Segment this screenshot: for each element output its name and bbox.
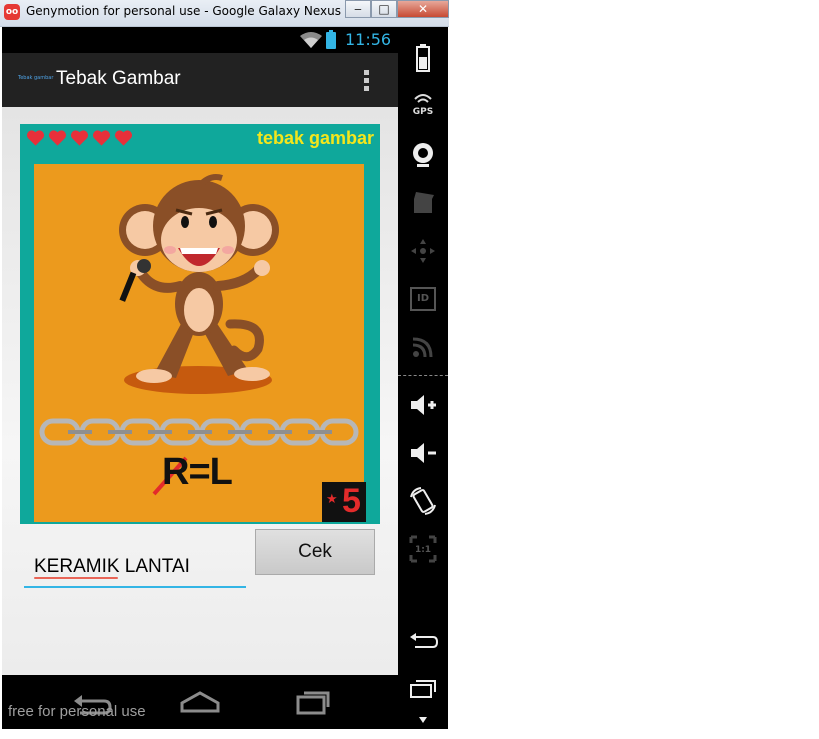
maximize-button[interactable]: □ <box>371 0 397 18</box>
capture-icon <box>414 192 434 213</box>
lives-indicator <box>26 129 133 147</box>
remote-control-icon <box>412 337 433 358</box>
window-controls: ‒ □ ✕ <box>345 0 449 18</box>
heart-icon <box>114 130 133 146</box>
recent-apps-button-icon[interactable] <box>407 673 439 705</box>
rotate-icon[interactable] <box>407 485 439 517</box>
heart-icon <box>70 130 89 146</box>
heart-icon <box>48 130 67 146</box>
volume-down-icon[interactable] <box>407 437 439 469</box>
minimize-button[interactable]: ‒ <box>345 0 371 18</box>
heart-icon <box>26 130 45 146</box>
device-id-icon: ID <box>410 287 436 311</box>
heart-icon <box>92 130 111 146</box>
close-button[interactable]: ✕ <box>397 0 449 18</box>
window-title: Genymotion for personal use - Google Gal… <box>26 4 344 18</box>
genymotion-sidebar: GPS ID 1:1 <box>398 27 448 729</box>
scroll-down-icon[interactable] <box>407 707 439 739</box>
level-number: 5 <box>342 482 361 520</box>
scale-label: 1:1 <box>414 545 432 555</box>
app-logo[interactable]: Tebak gambar <box>18 75 53 81</box>
status-bar: 11:56 <box>2 27 398 53</box>
star-icon: ★ <box>326 492 338 507</box>
volume-up-icon[interactable] <box>407 389 439 421</box>
level-badge: ★ 5 <box>322 482 366 522</box>
watermark: free for personal use <box>8 703 146 720</box>
app-title: Tebak Gambar <box>56 68 181 89</box>
android-screen: 11:56 Tebak gambar Tebak Gambar tebak ga… <box>2 27 398 729</box>
gps-label: GPS <box>412 107 434 117</box>
game-brand: tebak gambar <box>256 128 374 148</box>
genymotion-logo-icon: oo <box>4 4 20 20</box>
overflow-menu-icon[interactable] <box>358 67 374 93</box>
sidebar-divider <box>398 375 448 376</box>
recent-apps-icon[interactable] <box>288 687 336 717</box>
main-content: tebak gambar R=L ★ 5 KERAMIK LANTAI Cek <box>2 107 398 675</box>
dpad-icon <box>411 239 435 263</box>
wifi-icon <box>300 32 322 48</box>
webcam-icon[interactable] <box>407 139 439 171</box>
home-icon[interactable] <box>176 687 224 717</box>
action-bar: Tebak gambar Tebak Gambar <box>2 53 398 107</box>
picture-hint: R=L <box>162 451 233 493</box>
spellcheck-underline <box>34 577 118 579</box>
battery-icon <box>326 30 336 49</box>
window-titlebar: oo Genymotion for personal use - Google … <box>0 0 449 27</box>
navigation-bar: free for personal use <box>2 675 398 729</box>
answer-input[interactable] <box>24 548 246 588</box>
battery-widget-icon[interactable] <box>407 43 439 75</box>
status-time: 11:56 <box>345 30 392 49</box>
back-button-icon[interactable] <box>407 625 439 657</box>
puzzle-image: R=L ★ 5 <box>34 164 366 522</box>
check-button[interactable]: Cek <box>255 529 375 575</box>
game-card: tebak gambar R=L ★ 5 <box>20 124 380 524</box>
